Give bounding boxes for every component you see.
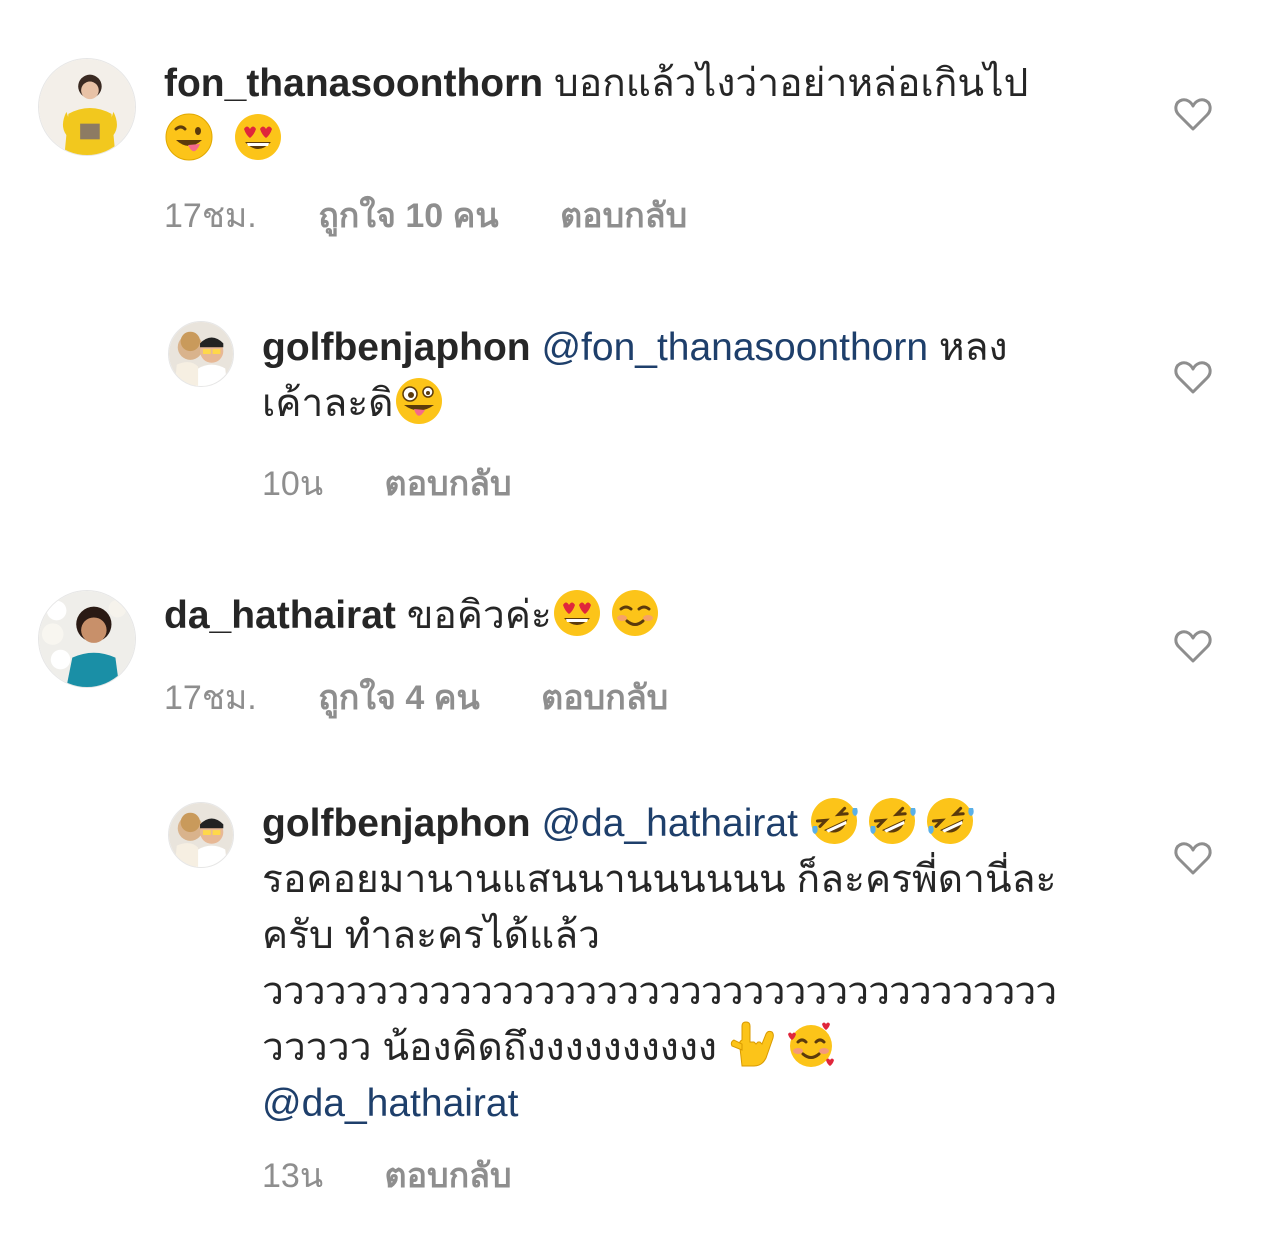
zany-face-icon <box>394 376 444 426</box>
heart-icon[interactable] <box>1173 94 1213 134</box>
comment-text: golfbenjaphon @da_hathairat รอคอยมานานแส… <box>262 796 1142 1132</box>
reply-button[interactable]: ตอบกลับ <box>385 456 512 510</box>
comment-text: fon_thanasoonthorn บอกแล้วไงว่าอย่าหล่อเ… <box>164 56 1114 168</box>
mention-link[interactable]: @da_hathairat <box>262 1082 518 1125</box>
reply-button[interactable]: ตอบกลับ <box>560 188 687 242</box>
heart-icon[interactable] <box>1173 357 1213 397</box>
heart-eyes-face-icon <box>233 112 283 162</box>
rolling-laughing-face-icon <box>867 796 917 846</box>
love-you-gesture-icon <box>728 1020 778 1070</box>
rolling-laughing-face-icon <box>925 796 975 846</box>
comment-username[interactable]: golfbenjaphon <box>262 802 531 845</box>
comment-text: da_hathairat ขอคิวค่ะ <box>164 588 1114 644</box>
heart-icon[interactable] <box>1173 626 1213 666</box>
heart-icon[interactable] <box>1173 838 1213 878</box>
comment-username[interactable]: fon_thanasoonthorn <box>164 62 543 105</box>
comment-body: บอกแล้วไงว่าอย่าหล่อเกินไป <box>553 62 1029 105</box>
comment-meta: 10น ตอบกลับ <box>262 456 512 510</box>
comment-body: ขอคิวค่ะ <box>406 594 552 637</box>
comment-time: 17ชม. <box>164 197 257 235</box>
reply-button[interactable]: ตอบกลับ <box>385 1148 512 1202</box>
comment-body-line3: ครับ ทำละครได้แล้ว <box>262 914 600 957</box>
comment-meta: 17ชม. ถูกใจ 4 คน ตอบกลับ <box>164 670 668 724</box>
comment-likes[interactable]: ถูกใจ 4 คน <box>318 670 479 724</box>
avatar[interactable] <box>168 321 234 387</box>
comment-text: golfbenjaphon @fon_thanasoonthorn หลง เค… <box>262 320 1122 432</box>
mention-link[interactable]: @da_hathairat <box>541 802 797 845</box>
smiling-blush-face-icon <box>610 588 660 638</box>
winking-tongue-face-icon <box>164 112 214 162</box>
comment-meta: 17ชม. ถูกใจ 10 คน ตอบกลับ <box>164 188 687 242</box>
reply-button[interactable]: ตอบกลับ <box>541 670 668 724</box>
comment-meta: 13น ตอบกลับ <box>262 1148 512 1202</box>
comment-body: หลง <box>938 326 1008 369</box>
comment-body-line4: วววววววววววววววววววววววววววววววววววววว <box>262 970 1057 1013</box>
heart-eyes-face-icon <box>552 588 602 638</box>
comment-likes[interactable]: ถูกใจ 10 คน <box>318 188 498 242</box>
comment-body-line5: ววววว น้องคิดถึงงงงงงงงงง <box>262 1026 717 1069</box>
smiling-hearts-face-icon <box>786 1020 836 1070</box>
mention-link[interactable]: @fon_thanasoonthorn <box>541 326 928 369</box>
avatar[interactable] <box>168 802 234 868</box>
comment-body-line2: รอคอยมานานแสนนานนนนนน ก็ละครพี่ดานี่ละ <box>262 858 1057 901</box>
avatar[interactable] <box>38 58 136 156</box>
comment-time: 17ชม. <box>164 679 257 717</box>
comment-time: 13น <box>262 1157 324 1195</box>
comment-time: 10น <box>262 465 324 503</box>
rolling-laughing-face-icon <box>809 796 859 846</box>
comment-body-line2: เค้าละดิ <box>262 382 394 425</box>
avatar[interactable] <box>38 590 136 688</box>
comment-username[interactable]: golfbenjaphon <box>262 326 531 369</box>
comment-username[interactable]: da_hathairat <box>164 594 396 637</box>
